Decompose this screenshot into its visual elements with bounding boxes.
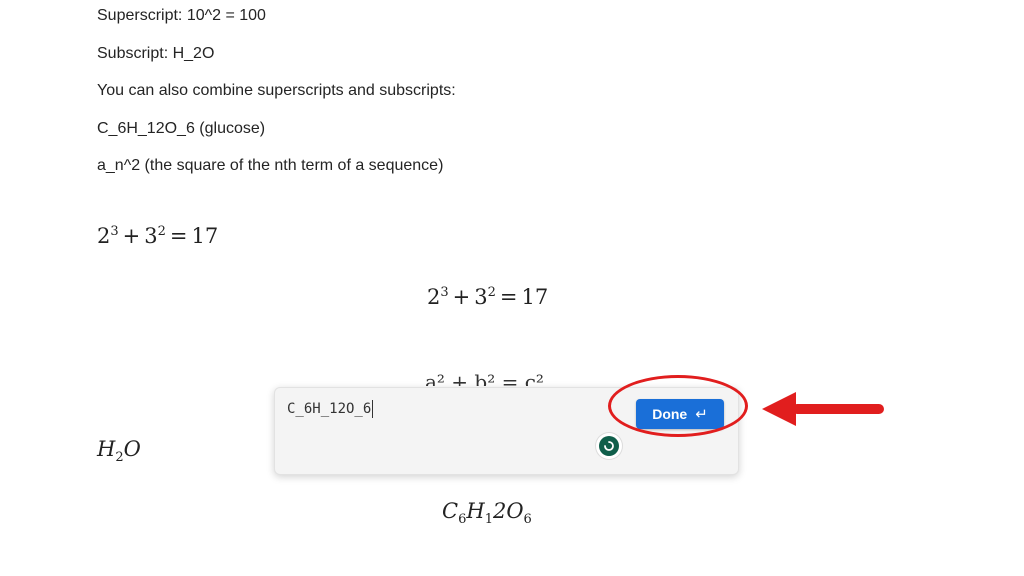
eq1-equals: = (169, 224, 188, 248)
annotation-arrow-icon (762, 392, 884, 426)
equation-input[interactable]: C_6H_12O_6 (287, 400, 374, 418)
text-line-glucose: C_6H_12O_6 (glucose) (97, 120, 266, 137)
eq3-text: a² + b² = c² (425, 370, 544, 386)
water-o: O (123, 437, 141, 461)
equation-partial-hidden: a² + b² = c² (425, 368, 585, 386)
glucose-o-sub: 6 (523, 512, 532, 527)
text-line-combine: You can also combine superscripts and su… (97, 82, 456, 99)
equation-glucose[interactable]: C6H12O6 (442, 499, 532, 527)
equation-display[interactable]: 23 +32 = 17 (427, 285, 548, 309)
eq2-result: 17 (521, 285, 549, 309)
text-line-subscript: Subscript: H_2O (97, 45, 215, 62)
eq2-plus: + (452, 285, 471, 309)
glucose-rest: 2O (492, 499, 524, 523)
text-line-superscript: Superscript: 10^2 = 100 (97, 7, 266, 24)
equation-inline[interactable]: 23 +32 = 17 (97, 224, 218, 248)
eq1-exp-b: 2 (157, 224, 166, 239)
eq2-exp-b: 2 (487, 285, 496, 300)
annotation-highlight-ellipse (608, 375, 748, 437)
text-line-sequence: a_n^2 (the square of the nth term of a s… (97, 157, 444, 174)
eq2-equals: = (499, 285, 518, 309)
assistant-status-button[interactable] (596, 433, 622, 459)
glucose-c: C (442, 499, 459, 523)
water-h: H (97, 437, 116, 461)
equation-water[interactable]: H2O (97, 437, 141, 465)
loading-spinner-icon (599, 436, 619, 456)
eq1-exp-a: 3 (110, 224, 119, 239)
eq1-result: 17 (191, 224, 219, 248)
eq2-exp-a: 3 (440, 285, 449, 300)
eq1-base-b: 3 (144, 224, 158, 248)
glucose-h: H (466, 499, 485, 523)
eq1-plus: + (122, 224, 141, 248)
eq2-base-a: 2 (427, 285, 441, 309)
glucose-h-sub: 1 (484, 512, 493, 527)
eq2-base-b: 3 (474, 285, 488, 309)
eq1-base-a: 2 (97, 224, 111, 248)
water-sub: 2 (115, 450, 124, 465)
